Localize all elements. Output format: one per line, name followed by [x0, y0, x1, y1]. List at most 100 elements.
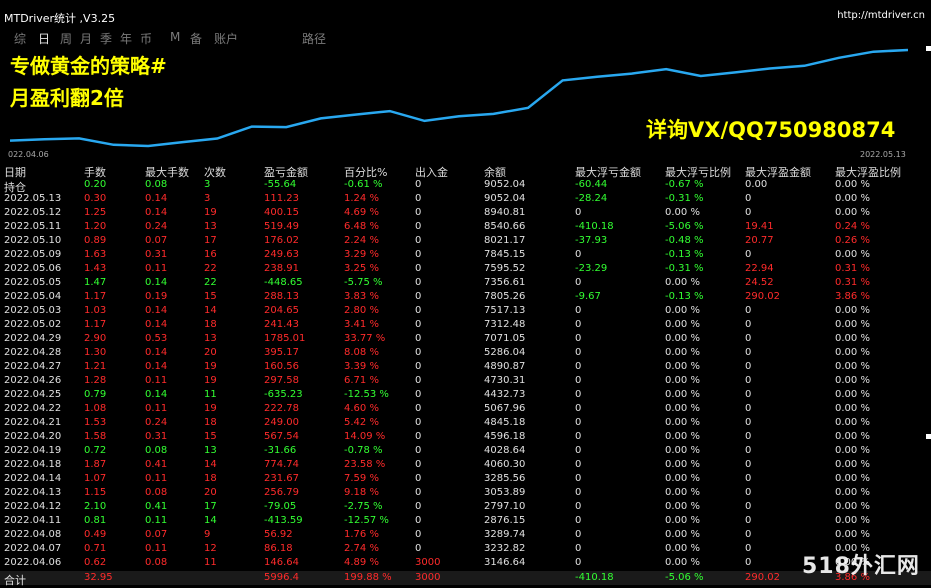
cell-mflp: 0.00 %	[665, 361, 700, 372]
scroll-up-marker[interactable]	[926, 46, 931, 51]
cell-mflp: -0.48 %	[665, 235, 704, 246]
cell-lots: 1.53	[84, 417, 107, 428]
cell-mfpp: 0.31 %	[835, 263, 870, 274]
table-row: 2022.05.10 0.89 0.07 17 176.02 2.24 % 0 8021.17…	[0, 234, 931, 248]
tab-3[interactable]: 月	[80, 30, 92, 47]
cell-mfl: 0	[575, 277, 582, 288]
cell-date: 2022.05.04	[4, 291, 62, 302]
cell-mfl: 0	[575, 375, 582, 386]
cell-pct: 9.18 %	[344, 487, 379, 498]
cell-bal: 3289.74	[484, 529, 526, 540]
cell-io: 0	[415, 459, 422, 470]
total-mflp: -5.06 %	[665, 572, 704, 583]
cell-io: 0	[415, 543, 422, 554]
cell-pl: 176.02	[264, 235, 299, 246]
cell-lots: 0.89	[84, 235, 107, 246]
cell-mfpp: 3.86 %	[835, 291, 870, 302]
tab-10[interactable]: 路径	[302, 30, 326, 47]
table-row: 2022.04.11 0.81 0.11 14 -413.59 -12.57 % 0 2876…	[0, 514, 931, 528]
cell-count: 15	[204, 291, 217, 302]
cell-io: 0	[415, 291, 422, 302]
tab-1[interactable]: 日	[38, 30, 50, 47]
cell-date: 2022.04.08	[4, 529, 62, 540]
cell-io: 0	[415, 487, 422, 498]
cell-count: 13	[204, 333, 217, 344]
cell-lots: 1.20	[84, 221, 107, 232]
scroll-down-marker[interactable]	[926, 434, 931, 439]
tab-7[interactable]: M	[170, 30, 180, 44]
cell-io: 0	[415, 501, 422, 512]
tab-8[interactable]: 备	[190, 30, 202, 47]
cell-bal: 8021.17	[484, 235, 526, 246]
cell-pct: 3.39 %	[344, 361, 379, 372]
cell-pct: 4.69 %	[344, 207, 379, 218]
cell-bal: 4028.64	[484, 445, 526, 456]
tab-4[interactable]: 季	[100, 30, 112, 47]
cell-max_lots: 0.53	[145, 333, 168, 344]
table-row: 2022.05.06 1.43 0.11 22 238.91 3.25 % 0 7595.52…	[0, 262, 931, 276]
cell-pl: 1785.01	[264, 333, 306, 344]
table-row: 2022.04.19 0.72 0.08 13 -31.66 -0.78 % 0 4028.6…	[0, 444, 931, 458]
cell-bal: 7312.48	[484, 319, 526, 330]
window-title: MTDriver统计 ,V3.25	[4, 12, 116, 25]
cell-mfl: -28.24	[575, 193, 608, 204]
cell-date: 2022.04.26	[4, 375, 62, 386]
cell-mflp: 0.00 %	[665, 445, 700, 456]
overlay-contact: 详询VX/QQ750980874	[646, 118, 896, 142]
cell-date: 2022.04.20	[4, 431, 62, 442]
cell-mfpp: 0.31 %	[835, 277, 870, 288]
cell-bal: 7845.15	[484, 249, 526, 260]
cell-io: 0	[415, 333, 422, 344]
table-row: 2022.05.11 1.20 0.24 13 519.49 6.48 % 0 8540.66…	[0, 220, 931, 234]
cell-count: 22	[204, 277, 217, 288]
cell-max_lots: 0.07	[145, 235, 168, 246]
chart-start-date: 022.04.06	[8, 150, 49, 159]
cell-mfpp: 0.00 %	[835, 403, 870, 414]
website-link[interactable]: http://mtdriver.cn	[837, 10, 925, 21]
tab-6[interactable]: 币	[140, 30, 152, 47]
tab-5[interactable]: 年	[120, 30, 132, 47]
cell-mflp: -5.06 %	[665, 221, 704, 232]
cell-lots: 1.08	[84, 403, 107, 414]
cell-bal: 8540.66	[484, 221, 526, 232]
cell-count: 9	[204, 529, 211, 540]
cell-bal: 4730.31	[484, 375, 526, 386]
cell-max_lots: 0.08	[145, 487, 168, 498]
cell-pl: 111.23	[264, 193, 299, 204]
cell-bal: 5067.96	[484, 403, 526, 414]
cell-mfpp: 0.00 %	[835, 459, 870, 470]
total-mfl: -410.18	[575, 572, 614, 583]
cell-pct: 2.80 %	[344, 305, 379, 316]
cell-mflp: -0.13 %	[665, 249, 704, 260]
cell-count: 14	[204, 459, 217, 470]
cell-count: 19	[204, 361, 217, 372]
total-mfp: 290.02	[745, 572, 780, 583]
tab-0[interactable]: 综	[14, 30, 26, 47]
cell-mfl: 0	[575, 347, 582, 358]
cell-max_lots: 0.11	[145, 515, 168, 526]
table-row: 2022.04.28 1.30 0.14 20 395.17 8.08 % 0 5286.04…	[0, 346, 931, 360]
cell-count: 14	[204, 305, 217, 316]
tab-9[interactable]: 账户	[214, 30, 238, 47]
cell-io: 0	[415, 389, 422, 400]
cell-io: 0	[415, 277, 422, 288]
cell-lots: 1.43	[84, 263, 107, 274]
cell-mflp: -0.67 %	[665, 179, 704, 190]
cell-date: 2022.04.11	[4, 515, 62, 526]
cell-lots: 1.28	[84, 375, 107, 386]
cell-mfp: 0	[745, 361, 752, 372]
cell-mfp: 290.02	[745, 291, 780, 302]
cell-pl: 231.67	[264, 473, 299, 484]
cell-pl: 288.13	[264, 291, 299, 302]
cell-mfp: 24.52	[745, 277, 774, 288]
cell-mfpp: 0.00 %	[835, 487, 870, 498]
cell-io: 0	[415, 249, 422, 260]
cell-mfl: -60.44	[575, 179, 608, 190]
cell-bal: 4432.73	[484, 389, 526, 400]
cell-date: 2022.05.09	[4, 249, 62, 260]
cell-count: 17	[204, 501, 217, 512]
cell-mfpp: 0.00 %	[835, 501, 870, 512]
tab-2[interactable]: 周	[60, 30, 72, 47]
cell-mfp: 20.77	[745, 235, 774, 246]
cell-pl: 519.49	[264, 221, 299, 232]
